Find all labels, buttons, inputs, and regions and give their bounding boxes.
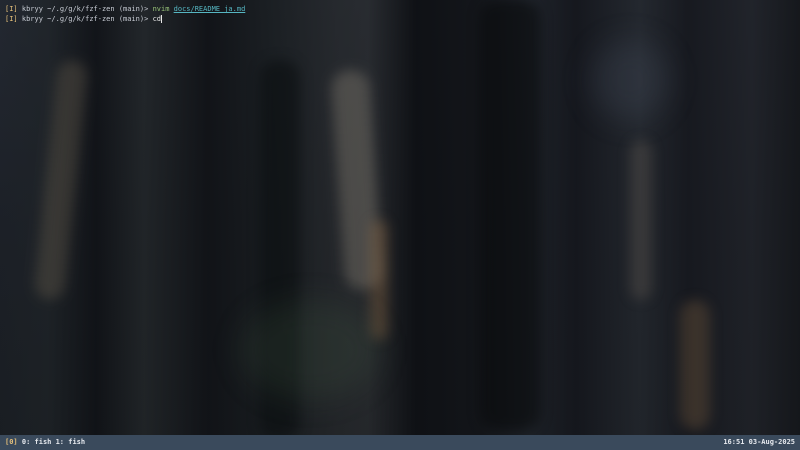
command-argument[interactable]: docs/README_ja.md [174,5,246,13]
prompt-path: ~/.g/g/k/fzf-zen [47,15,115,23]
clock-time: 16:51 [723,438,745,446]
terminal-pane[interactable]: [I] kbryy ~/.g/g/k/fzf-zen (main)> nvim … [0,0,800,435]
text-cursor [161,15,162,23]
window-list[interactable]: 0: fish 1: fish [22,438,85,446]
vi-mode-indicator: [I] [5,15,18,23]
prompt-git-branch: (main)> [118,15,149,23]
prompt-git-branch: (main)> [118,5,149,13]
terminal-line-history: [I] kbryy ~/.g/g/k/fzf-zen (main)> nvim … [5,4,245,14]
vi-mode-indicator: [I] [5,5,18,13]
tmux-status-bar: [0] 0: fish 1: fish 16:51 03-Aug-2025 [0,435,800,450]
command-input[interactable]: cd [153,15,161,23]
prompt-user: kbryy [21,15,43,23]
session-name[interactable]: [0] [5,438,18,446]
prompt-path: ~/.g/g/k/fzf-zen [47,5,115,13]
status-right: 16:51 03-Aug-2025 [723,435,800,450]
command-name: nvim [152,5,170,13]
status-left: [0] 0: fish 1: fish [0,435,85,450]
terminal-line-current[interactable]: [I] kbryy ~/.g/g/k/fzf-zen (main)> cd [5,14,162,24]
clock-date: 03-Aug-2025 [748,438,795,446]
prompt-user: kbryy [21,5,43,13]
